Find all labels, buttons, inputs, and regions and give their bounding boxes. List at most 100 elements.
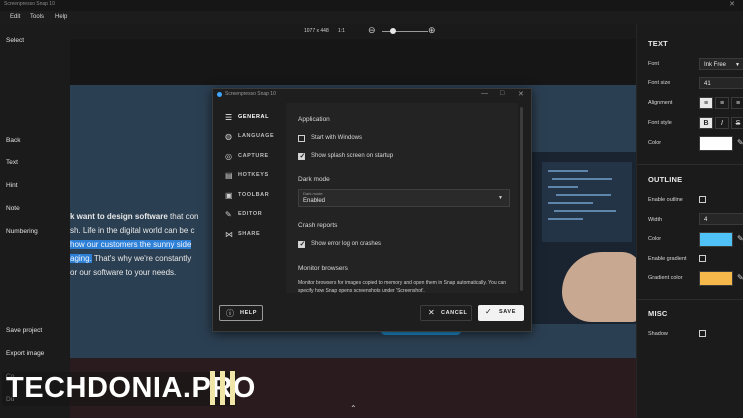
laptop-screen	[542, 162, 632, 242]
zoom-out-icon[interactable]: ⊖	[368, 25, 376, 36]
nav-label: EDITOR	[238, 211, 263, 217]
eyedropper-icon[interactable]: ✎	[737, 234, 743, 243]
error-log-checkbox[interactable]	[298, 240, 305, 248]
monitor-browsers-description: Monitor browsers for images copied to me…	[298, 280, 507, 293]
settings-scrollbar[interactable]	[520, 107, 523, 291]
tool-text[interactable]: Text	[6, 159, 18, 166]
keyboard-icon: ▤	[225, 171, 233, 180]
canvas-text-line-5[interactable]: or our software to your needs.	[70, 268, 176, 277]
hand	[562, 252, 636, 322]
tool-hint[interactable]: Hint	[6, 182, 18, 189]
check-icon: ✓	[485, 307, 492, 316]
chevron-down-icon: ▼	[735, 62, 740, 68]
divider	[637, 164, 743, 165]
menu-edit[interactable]: Edit	[10, 14, 20, 20]
shadow-checkbox[interactable]	[699, 330, 706, 337]
font-style-label: Font style	[648, 120, 672, 126]
menu-tools[interactable]: Tools	[30, 14, 44, 20]
start-with-windows-label: Start with Windows	[311, 135, 363, 141]
text-color-swatch[interactable]	[699, 136, 733, 151]
nav-general[interactable]: ☰ GENERAL	[225, 111, 287, 125]
close-icon: ✕	[428, 308, 435, 317]
help-icon: ⓘ	[226, 309, 234, 318]
canvas-margin-top	[70, 39, 636, 85]
globe-icon: ◍	[225, 132, 232, 141]
application-heading: Application	[298, 116, 330, 123]
font-size-input[interactable]: 41	[699, 77, 743, 89]
window-title: Screenpresso Snap 10	[4, 1, 55, 7]
font-label: Font	[648, 61, 660, 67]
outline-color-swatch[interactable]	[699, 232, 733, 247]
gradient-color-label: Gradient color	[648, 275, 683, 281]
toolbox-icon: ▣	[225, 191, 233, 200]
canvas-text-line-3[interactable]: how our customers the sunny side	[70, 240, 192, 249]
outline-color-label: Color	[648, 236, 662, 242]
canvas-text-rest: that con	[167, 212, 199, 221]
nav-toolbar[interactable]: ▣ TOOLBAR	[225, 189, 287, 203]
zoom-one-to-one[interactable]: 1:1	[338, 28, 345, 34]
chevron-up-icon[interactable]: ⌃	[350, 404, 357, 413]
dark-mode-select[interactable]: Dark mode Enabled ▼	[298, 189, 510, 207]
export-image-button[interactable]: Export image	[6, 350, 44, 357]
selected-text: aging.	[70, 254, 92, 263]
nav-hotkeys[interactable]: ▤ HOTKEYS	[225, 169, 287, 183]
crash-reports-heading: Crash reports	[298, 222, 338, 229]
section-title-text: TEXT	[648, 39, 668, 48]
zoom-in-icon[interactable]: ⊕	[428, 25, 436, 36]
bold-button[interactable]: B	[699, 117, 713, 129]
outline-width-input[interactable]: 4	[699, 213, 743, 225]
gradient-color-swatch[interactable]	[699, 271, 733, 286]
outline-width-label: Width	[648, 217, 663, 223]
strikethrough-button[interactable]: S	[731, 117, 743, 129]
left-tool-panel: Select Back Text Hint Note Numbering Sav…	[0, 24, 70, 418]
nav-editor[interactable]: ✎ EDITOR	[225, 208, 287, 222]
maximize-icon[interactable]: □	[500, 90, 504, 97]
tool-select[interactable]: Select	[6, 37, 24, 44]
laptop-photo	[532, 152, 636, 324]
enable-gradient-label: Enable gradient	[648, 256, 687, 262]
tool-numbering[interactable]: Numbering	[6, 228, 38, 235]
canvas-text-line-2[interactable]: sh. Life in the digital world can be c	[70, 226, 195, 235]
nav-share[interactable]: ⋈ SHARE	[225, 228, 287, 242]
nav-label: SHARE	[238, 231, 261, 237]
watermark-text: TECHDONIA.PRO	[6, 372, 256, 404]
general-settings-content: Application Start with Windows Show spla…	[286, 103, 518, 293]
eyedropper-icon[interactable]: ✎	[737, 273, 743, 282]
align-center-icon[interactable]: ≡	[715, 97, 729, 109]
font-select[interactable]: Ink Free ▼	[699, 58, 743, 70]
section-title-outline: OUTLINE	[648, 175, 683, 184]
enable-outline-label: Enable outline	[648, 197, 683, 203]
enable-gradient-checkbox[interactable]	[699, 255, 706, 262]
nav-label: LANGUAGE	[238, 133, 275, 139]
nav-label: TOOLBAR	[238, 192, 270, 198]
close-icon[interactable]: ✕	[518, 90, 524, 98]
nav-language[interactable]: ◍ LANGUAGE	[225, 130, 287, 144]
start-with-windows-checkbox[interactable]	[298, 135, 305, 142]
canvas-text-line-4[interactable]: aging. That's why we're constantly	[70, 254, 191, 263]
help-button[interactable]: ⓘ HELP	[219, 305, 263, 321]
save-project-button[interactable]: Save project	[6, 327, 42, 334]
eyedropper-icon[interactable]: ✎	[737, 138, 743, 147]
canvas-text-line-1[interactable]: k want to design software that con	[70, 212, 198, 221]
canvas-toolbar: 1077 x 448 1:1 ⊖ ⊕	[70, 24, 636, 39]
align-left-icon[interactable]: ≡	[699, 97, 713, 109]
dark-mode-select-value: Enabled	[303, 198, 326, 204]
splash-screen-checkbox[interactable]	[298, 152, 305, 160]
tool-back[interactable]: Back	[6, 137, 20, 144]
nav-capture[interactable]: ◎ CAPTURE	[225, 150, 287, 164]
font-size-label: Font size	[648, 80, 671, 86]
italic-button[interactable]: I	[715, 117, 729, 129]
close-window-icon[interactable]: ✕	[729, 0, 735, 8]
canvas-text-rest: That's why we're constantly	[91, 254, 192, 263]
zoom-slider-knob[interactable]	[390, 28, 396, 34]
menu-help[interactable]: Help	[55, 14, 67, 20]
align-right-icon[interactable]: ≡	[731, 97, 743, 109]
tool-note[interactable]: Note	[6, 205, 20, 212]
enable-outline-checkbox[interactable]	[699, 196, 706, 203]
logo-bar	[230, 371, 235, 405]
zoom-slider[interactable]	[382, 31, 428, 32]
cancel-button[interactable]: ✕ CANCEL	[420, 305, 472, 321]
monitor-browsers-heading: Monitor browsers	[298, 265, 348, 272]
minimize-icon[interactable]: —	[481, 90, 488, 97]
save-button[interactable]: ✓ SAVE	[478, 305, 524, 321]
